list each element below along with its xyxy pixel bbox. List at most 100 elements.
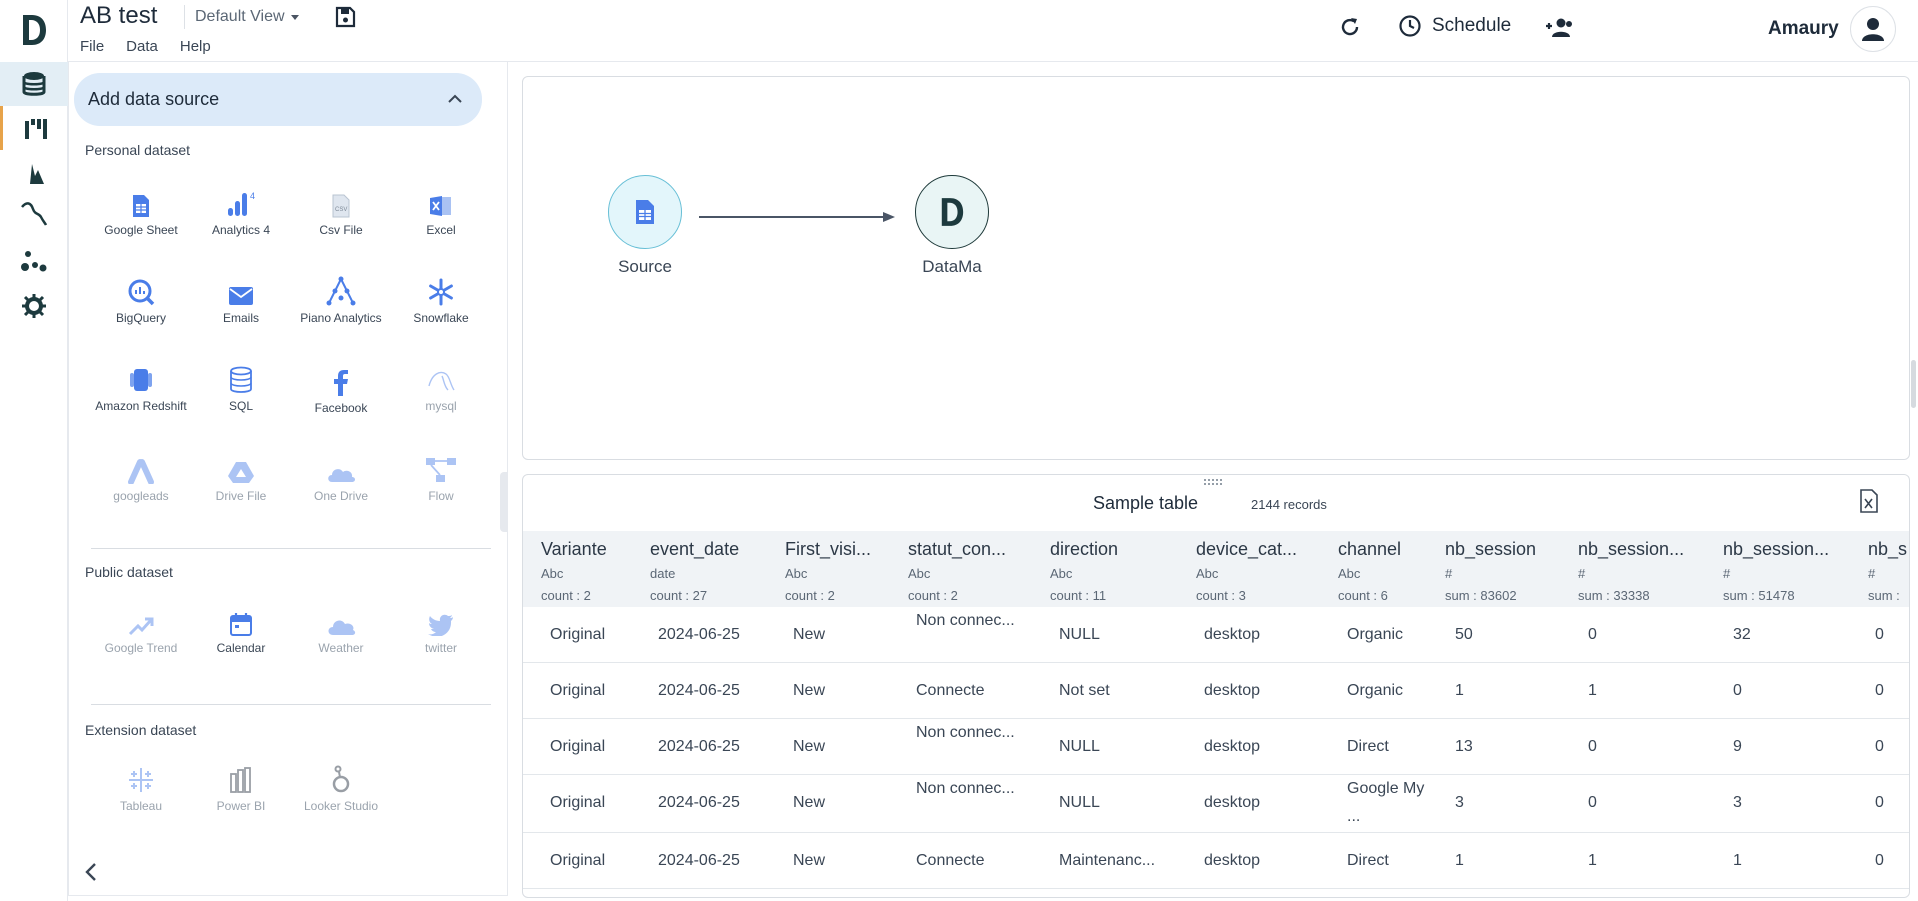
column-header[interactable]: nb_session... # sum : 51478 (1723, 531, 1847, 603)
source-node[interactable]: Source (603, 175, 687, 277)
ds-label: Emails (222, 311, 259, 325)
panel-resize-handle[interactable] (500, 472, 508, 532)
ds-sql[interactable]: SQL (191, 360, 291, 413)
menu-data[interactable]: Data (126, 38, 158, 55)
schedule-label: Schedule (1432, 15, 1512, 36)
chevron-up-icon[interactable] (448, 94, 462, 103)
table-cell: 2024-06-25 (658, 626, 740, 643)
ds-google-sheet[interactable]: Google Sheet (91, 184, 191, 237)
column-header[interactable]: event_date date count : 27 (650, 531, 778, 603)
settings-gear-icon[interactable] (0, 284, 68, 328)
redshift-icon (130, 369, 152, 391)
email-icon (229, 287, 253, 305)
user-name[interactable]: Amaury (1768, 18, 1839, 40)
svg-text:4: 4 (250, 191, 255, 201)
ds-label: Snowflake (413, 311, 469, 325)
ds-piano-analytics[interactable]: Piano Analytics (291, 272, 391, 325)
column-header[interactable]: device_cat... Abc count : 3 (1196, 531, 1326, 603)
table-cell: desktop (1204, 852, 1261, 869)
twitter-icon (428, 614, 453, 636)
ds-facebook[interactable]: Facebook (291, 362, 391, 415)
schedule-button[interactable]: Schedule (1398, 14, 1511, 38)
datama-node[interactable]: DataMa (907, 175, 997, 277)
mysql-icon (428, 371, 455, 391)
table-cell: New (793, 794, 826, 811)
table-cell: Maintenanc... (1059, 852, 1156, 869)
flow-canvas[interactable]: Source DataMa (522, 76, 1910, 460)
table-cell: Connecte (916, 682, 985, 699)
ds-label: mysql (425, 399, 457, 413)
table-row[interactable]: Original 2024-06-25 New Non connec... NULL de… (523, 607, 1909, 663)
ds-looker-studio: Looker Studio (291, 760, 391, 813)
drive-icon (228, 462, 254, 483)
project-title[interactable]: AB test (80, 2, 157, 30)
ds-snowflake[interactable]: Snowflake (391, 272, 491, 325)
chevron-down-icon (290, 14, 299, 20)
flow-icon (426, 458, 456, 482)
collapse-panel-icon[interactable] (83, 862, 99, 882)
table-row[interactable]: Original 2024-06-25 New Connecte Not set desk… (523, 663, 1909, 719)
distribution-icon[interactable] (0, 150, 68, 194)
column-header[interactable]: nb_session # sum : 83602 (1445, 531, 1563, 603)
view-selector[interactable]: Default View (184, 5, 307, 29)
column-header[interactable]: nb_s # sum : (1868, 531, 1909, 603)
column-header[interactable]: First_visi... Abc count : 2 (785, 531, 895, 603)
power-bi-icon (230, 767, 251, 793)
cluster-icon[interactable] (0, 240, 68, 284)
ds-amazon-redshift[interactable]: Amazon Redshift (91, 360, 191, 413)
avatar[interactable] (1850, 6, 1896, 52)
ds-google-trend: Google Trend (91, 602, 191, 655)
sql-database-icon (230, 366, 252, 393)
ds-label: Google Sheet (104, 223, 178, 237)
drag-handle-icon[interactable] (1203, 478, 1223, 486)
columns-icon[interactable] (0, 106, 68, 150)
sample-table-panel: Sample table 2144 records Variante Abc cou… (522, 474, 1910, 898)
table-cell: 2024-06-25 (658, 682, 740, 699)
menu-help[interactable]: Help (180, 38, 211, 55)
flow-arrow (699, 212, 895, 222)
table-title: Sample table (1093, 493, 1199, 513)
table-cell: Original (550, 626, 606, 643)
datama-logo (941, 198, 964, 226)
table-row[interactable]: Original 2024-06-25 New Non connec... NULL de… (523, 719, 1909, 775)
table-cell: 9 (1733, 738, 1742, 755)
column-header[interactable]: direction Abc count : 11 (1050, 531, 1178, 603)
facebook-icon (334, 370, 348, 396)
ds-weather: Weather (291, 602, 391, 655)
database-icon[interactable] (0, 62, 68, 106)
column-header[interactable]: nb_session... # sum : 33338 (1578, 531, 1702, 603)
column-header[interactable]: statut_con... Abc count : 2 (908, 531, 1036, 603)
ds-emails[interactable]: Emails (191, 272, 291, 325)
extension-dataset-label: Extension dataset (85, 722, 197, 738)
table-cell: 0 (1875, 794, 1884, 811)
table-cell: desktop (1204, 682, 1261, 699)
table-cell: Organic (1347, 682, 1404, 699)
ds-analytics-4[interactable]: 4 Analytics 4 (191, 184, 291, 237)
save-icon[interactable] (334, 6, 356, 28)
table-cell: 0 (1875, 852, 1884, 869)
table-cell: 50 (1455, 626, 1473, 643)
table-cell: Non connec... (916, 724, 1015, 741)
table-row[interactable]: Original 2024-06-25 New Connecte Maintenanc.… (523, 833, 1909, 889)
ds-twitter: twitter (391, 602, 491, 655)
ds-bigquery[interactable]: BigQuery (91, 272, 191, 325)
clock-icon (1399, 15, 1421, 37)
refresh-icon[interactable] (1338, 15, 1362, 39)
table-row[interactable]: Original 2024-06-25 New Non connec... NULL de… (523, 775, 1909, 833)
table-cell: 1 (1455, 852, 1464, 869)
scrollbar[interactable] (1911, 360, 1916, 408)
column-header[interactable]: channel Abc count : 6 (1338, 531, 1434, 603)
trend-icon[interactable] (0, 190, 68, 234)
ds-csv-file[interactable]: CSV Csv File (291, 184, 391, 237)
calendar-icon (230, 613, 252, 636)
column-header[interactable]: Variante Abc count : 2 (541, 531, 637, 603)
ds-one-drive: One Drive (291, 450, 391, 503)
ds-excel[interactable]: Excel (391, 184, 491, 237)
menu-file[interactable]: File (80, 38, 104, 55)
add-data-source-header[interactable]: Add data source (74, 73, 482, 126)
table-cell: desktop (1204, 794, 1261, 811)
ds-calendar[interactable]: Calendar (191, 602, 291, 655)
add-people-icon[interactable] (1544, 16, 1574, 40)
export-excel-icon[interactable] (1859, 489, 1879, 513)
public-dataset-label: Public dataset (85, 564, 173, 580)
